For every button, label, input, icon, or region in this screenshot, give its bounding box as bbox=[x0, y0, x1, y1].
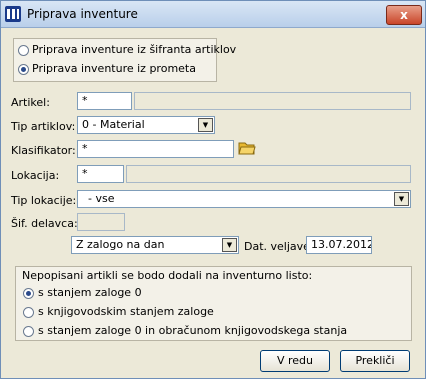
dat-veljave-label: Dat. veljave: bbox=[244, 240, 314, 253]
unwritten-radio-book[interactable] bbox=[23, 307, 34, 318]
dat-veljave-input[interactable]: 13.07.2012 bbox=[306, 236, 372, 254]
chevron-down-icon[interactable]: ▼ bbox=[198, 118, 213, 132]
klasifikator-input[interactable]: * bbox=[77, 140, 234, 158]
unwritten-radio-zero-calc[interactable] bbox=[23, 326, 34, 337]
sif-delavca-input[interactable] bbox=[77, 213, 125, 231]
tip-artiklov-select[interactable]: 0 - Material bbox=[77, 116, 215, 134]
zaloga-select[interactable]: Z zalogo na dan bbox=[71, 236, 239, 254]
tip-artiklov-value: 0 - Material bbox=[82, 118, 145, 131]
window-title: Priprava inventure bbox=[27, 7, 138, 21]
tip-artiklov-label: Tip artiklov: bbox=[11, 120, 76, 133]
source-label-promet[interactable]: Priprava inventure iz prometa bbox=[32, 62, 196, 75]
dialog-content: Priprava inventure iz šifranta artiklov … bbox=[1, 28, 425, 378]
tip-lokacije-select[interactable]: - vse bbox=[77, 190, 411, 208]
zaloga-value: Z zalogo na dan bbox=[76, 238, 165, 251]
ok-button[interactable]: V redu bbox=[260, 350, 330, 372]
artikel-name-field bbox=[134, 92, 411, 110]
unwritten-label-book[interactable]: s knjigovodskim stanjem zaloge bbox=[38, 305, 214, 318]
source-radio-promet[interactable] bbox=[18, 64, 29, 75]
tip-lokacije-value: - vse bbox=[88, 192, 115, 205]
title-bar[interactable]: Priprava inventure x bbox=[1, 1, 425, 28]
chevron-down-icon[interactable]: ▼ bbox=[222, 238, 237, 252]
source-label-sifrant[interactable]: Priprava inventure iz šifranta artiklov bbox=[32, 43, 236, 56]
dialog-window: Priprava inventure x Priprava inventure … bbox=[0, 0, 426, 379]
unwritten-heading: Nepopisani artikli se bodo dodali na inv… bbox=[22, 269, 313, 282]
unwritten-articles-group: Nepopisani artikli se bodo dodali na inv… bbox=[15, 266, 412, 341]
chevron-down-icon[interactable]: ▼ bbox=[394, 192, 409, 206]
app-logo-icon bbox=[5, 6, 21, 22]
klasifikator-label: Klasifikator: bbox=[11, 144, 76, 157]
artikel-label: Artikel: bbox=[11, 96, 50, 109]
folder-open-icon[interactable] bbox=[238, 140, 256, 156]
source-radio-sifrant[interactable] bbox=[18, 45, 29, 56]
artikel-input[interactable]: * bbox=[77, 92, 132, 110]
lokacija-input[interactable]: * bbox=[77, 165, 124, 183]
lokacija-label: Lokacija: bbox=[11, 169, 60, 182]
tip-lokacije-label: Tip lokacije: bbox=[11, 194, 77, 207]
unwritten-label-zero[interactable]: s stanjem zaloge 0 bbox=[38, 286, 142, 299]
unwritten-label-zero-calc[interactable]: s stanjem zaloge 0 in obračunom knjigovo… bbox=[38, 324, 347, 337]
source-selection-frame: Priprava inventure iz šifranta artiklov … bbox=[13, 38, 236, 82]
lokacija-name-field bbox=[126, 165, 411, 183]
cancel-button[interactable]: Prekliči bbox=[340, 350, 410, 372]
sif-delavca-label: Šif. delavca: bbox=[11, 217, 78, 230]
close-button[interactable]: x bbox=[386, 5, 422, 25]
unwritten-radio-zero[interactable] bbox=[23, 288, 34, 299]
